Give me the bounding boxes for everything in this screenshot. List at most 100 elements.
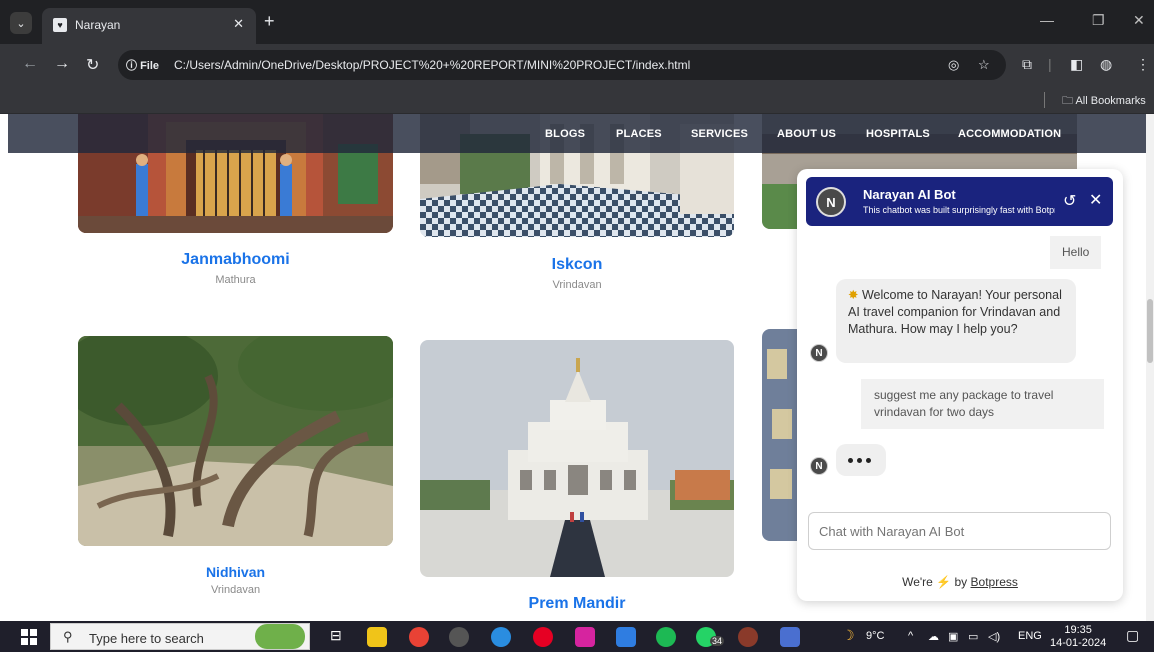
nav-services[interactable]: SERVICES <box>691 128 748 140</box>
place-title-prem-mandir[interactable]: Prem Mandir <box>420 595 734 613</box>
restart-conversation-icon[interactable]: ↺ <box>1063 191 1076 211</box>
app-icon[interactable] <box>449 627 469 647</box>
info-icon: ⓘ <box>126 60 137 72</box>
chat-message-input[interactable] <box>808 512 1111 550</box>
tray-chevron-icon[interactable]: ^ <box>908 630 913 642</box>
clock-time: 19:35 <box>1064 624 1092 636</box>
url-text[interactable]: C:/Users/Admin/OneDrive/Desktop/PROJECT%… <box>174 58 690 72</box>
minimize-icon[interactable]: — <box>1040 12 1054 28</box>
menu-icon[interactable]: ⋮ <box>1136 56 1150 73</box>
restore-icon[interactable]: ❐ <box>1092 12 1105 29</box>
place-title-iskcon[interactable]: Iskcon <box>420 256 734 274</box>
bot-message-welcome: ✸ Welcome to Narayan! Your personal AI t… <box>836 279 1076 363</box>
back-icon[interactable]: ← <box>22 55 38 73</box>
footer-by: by <box>954 575 968 589</box>
close-window-icon[interactable]: ✕ <box>1133 12 1145 29</box>
bot-avatar: N <box>816 187 846 217</box>
all-bookmarks-button[interactable]: 🗀 All Bookmarks <box>1062 92 1146 111</box>
chatbot-widget: N Narayan AI Bot This chatbot was built … <box>797 169 1123 601</box>
weather-icon: ☽ <box>842 627 855 643</box>
place-subtitle-iskcon: Vrindavan <box>552 279 602 291</box>
favicon-icon: ♥ <box>53 18 67 32</box>
site-info-label: File <box>140 60 160 72</box>
nav-about-us[interactable]: ABOUT US <box>777 128 836 140</box>
side-panel-icon[interactable]: ◧ <box>1070 56 1083 73</box>
nav-accommodation[interactable]: ACCOMMODATION <box>958 128 1061 140</box>
clock-date: 14-01-2024 <box>1050 637 1107 649</box>
lightning-icon: ⚡ <box>936 575 952 589</box>
footer-prefix: We're <box>902 575 933 589</box>
scrollbar-thumb[interactable] <box>1147 299 1153 363</box>
windows-start-icon[interactable] <box>21 629 37 645</box>
whatsapp-badge: 34 <box>710 636 725 646</box>
bot-name: Narayan AI Bot <box>863 187 956 202</box>
place-subtitle-janmabhoomi: Mathura <box>215 274 256 286</box>
nav-hospitals[interactable]: HOSPITALS <box>866 128 930 140</box>
sparkle-icon: ✸ <box>848 288 859 302</box>
user-message-hello: Hello <box>1050 236 1102 269</box>
spotify-icon[interactable] <box>656 627 676 647</box>
reload-icon[interactable]: ↻ <box>86 55 99 75</box>
browser-toolbar: ← → ↻ ⓘ File C:/Users/Admin/OneDrive/Des… <box>0 44 1154 86</box>
typing-dot <box>857 458 862 463</box>
bookmarks-separator <box>1044 92 1045 108</box>
screen: ⌄ ♥ Narayan ✕ + — ❐ ✕ ← → ↻ ⓘ File C:/Us… <box>0 0 1154 652</box>
browser-tab[interactable]: ♥ Narayan ✕ <box>42 8 256 44</box>
new-tab-icon[interactable]: + <box>264 12 275 30</box>
instagram-icon[interactable] <box>575 627 595 647</box>
nav-places[interactable]: PLACES <box>616 128 662 140</box>
tab-title: Narayan <box>75 18 121 32</box>
tab-search-icon[interactable]: ⌄ <box>10 12 32 34</box>
chrome-icon[interactable] <box>409 627 429 647</box>
extensions-icon[interactable]: ⧉ <box>1022 56 1032 73</box>
place-title-nidhivan[interactable]: Nidhivan <box>78 564 393 580</box>
nidhivan-image[interactable] <box>78 336 393 546</box>
browser-tab-bar: ⌄ ♥ Narayan ✕ + — ❐ ✕ <box>0 0 1154 44</box>
page-scrollbar[interactable] <box>1146 114 1154 621</box>
star-icon[interactable]: ☆ <box>978 57 990 73</box>
edge-icon[interactable] <box>491 627 511 647</box>
app-icon-3[interactable] <box>780 627 800 647</box>
volume-icon[interactable]: ◁) <box>988 630 1000 643</box>
taskbar-search-placeholder: Type here to search <box>89 631 204 646</box>
typing-indicator <box>836 444 886 476</box>
weather-temperature[interactable]: 9°C <box>866 630 884 642</box>
clock[interactable]: 19:35 14-01-2024 <box>1050 624 1106 650</box>
chatbot-header: N Narayan AI Bot This chatbot was built … <box>806 177 1113 226</box>
app-icon-2[interactable] <box>738 627 758 647</box>
place-title-janmabhoomi[interactable]: Janmabhoomi <box>78 251 393 269</box>
close-tab-icon[interactable]: ✕ <box>233 16 244 32</box>
prem-mandir-image[interactable] <box>420 340 734 577</box>
folder-icon: 🗀 <box>1062 95 1073 107</box>
typing-dot <box>866 458 871 463</box>
bot-description: This chatbot was built surprisingly fast… <box>863 205 1055 215</box>
all-bookmarks-label: All Bookmarks <box>1075 95 1146 107</box>
cloud-icon[interactable]: ☁ <box>928 630 939 643</box>
forward-icon[interactable]: → <box>54 55 70 73</box>
site-info-chip[interactable]: ⓘ File <box>126 57 159 73</box>
eye-off-icon[interactable]: ◎ <box>948 57 959 73</box>
file-explorer-icon[interactable] <box>367 627 387 647</box>
botpress-link[interactable]: Botpress <box>971 575 1018 589</box>
chat-footer: We're ⚡ by Botpress <box>797 575 1123 589</box>
address-bar[interactable]: ⓘ File C:/Users/Admin/OneDrive/Desktop/P… <box>118 50 1006 80</box>
nav-blogs[interactable]: BLOGS <box>545 128 585 140</box>
toolbar-separator: | <box>1048 56 1052 72</box>
pinterest-icon[interactable] <box>533 627 553 647</box>
page-viewport: BLOGS PLACES SERVICES ABOUT US HOSPITALS… <box>0 114 1146 621</box>
meet-icon[interactable]: ▣ <box>948 630 958 643</box>
notification-icon[interactable]: ▢ <box>1126 627 1139 644</box>
search-highlight-icon <box>255 624 305 649</box>
input-language[interactable]: ENG <box>1018 630 1042 642</box>
folder-app-icon[interactable] <box>616 627 636 647</box>
user-message-query: suggest me any package to travel vrindav… <box>861 379 1104 429</box>
typing-dot <box>848 458 853 463</box>
close-chat-icon[interactable]: ✕ <box>1089 190 1102 210</box>
network-icon[interactable]: ▭ <box>968 630 978 643</box>
bot-message-avatar: N <box>810 344 828 362</box>
task-view-icon[interactable]: ⊟ <box>330 627 342 644</box>
profile-icon[interactable]: ◍ <box>1100 56 1112 73</box>
site-navbar: BLOGS PLACES SERVICES ABOUT US HOSPITALS… <box>8 114 1146 153</box>
bot-welcome-text: Welcome to Narayan! Your personal AI tra… <box>848 288 1062 336</box>
windows-taskbar: ⚲ Type here to search ⊟ 34 ☽ 9°C ^ ☁ ▣ ▭… <box>0 621 1154 652</box>
